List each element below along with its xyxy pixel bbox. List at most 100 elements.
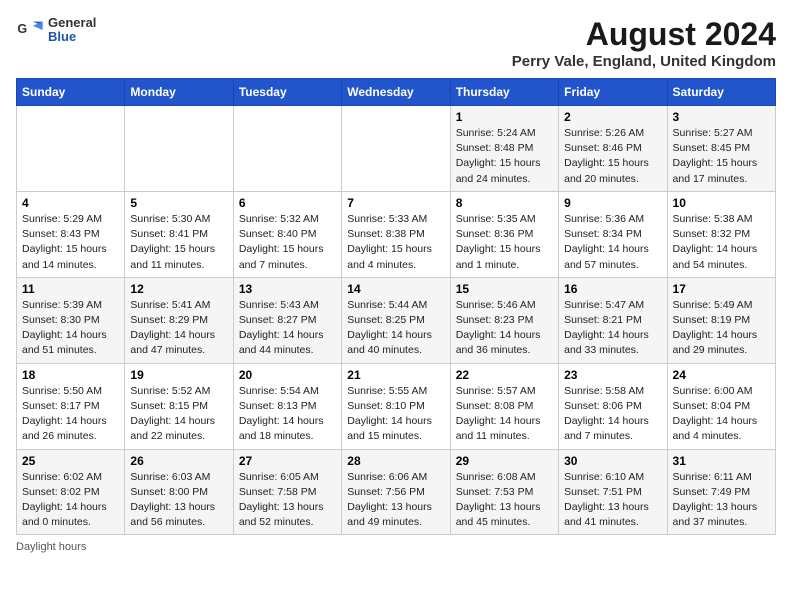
- day-info: Sunrise: 5:47 AMSunset: 8:21 PMDaylight:…: [564, 298, 661, 359]
- calendar-cell: 18Sunrise: 5:50 AMSunset: 8:17 PMDayligh…: [17, 363, 125, 449]
- calendar-cell: 11 Sunrise: 5:39 AMSunset: 8:30 PMDayligh…: [17, 277, 125, 363]
- day-number: 30: [564, 454, 661, 468]
- calendar-cell: 31Sunrise: 6:11 AMSunset: 7:49 PMDayligh…: [667, 449, 775, 535]
- day-info: Sunrise: 6:10 AMSunset: 7:51 PMDaylight:…: [564, 470, 661, 531]
- calendar-row-3: 18Sunrise: 5:50 AMSunset: 8:17 PMDayligh…: [17, 363, 776, 449]
- day-number: 3: [673, 110, 770, 124]
- day-info: Sunrise: 6:00 AMSunset: 8:04 PMDaylight:…: [673, 384, 770, 445]
- day-number: 7: [347, 196, 444, 210]
- day-info: Sunrise: 5:36 AMSunset: 8:34 PMDaylight:…: [564, 212, 661, 273]
- calendar-cell: 28Sunrise: 6:06 AMSunset: 7:56 PMDayligh…: [342, 449, 450, 535]
- day-info: Sunrise: 5:32 AMSunset: 8:40 PMDaylight:…: [239, 212, 336, 273]
- calendar-cell: [17, 106, 125, 192]
- day-number: 26: [130, 454, 227, 468]
- day-number: 10: [673, 196, 770, 210]
- calendar-row-4: 25Sunrise: 6:02 AMSunset: 8:02 PMDayligh…: [17, 449, 776, 535]
- footer-note: Daylight hours: [16, 541, 776, 553]
- day-number: 23: [564, 368, 661, 382]
- calendar-cell: 29 Sunrise: 6:08 AMSunset: 7:53 PMDayligh…: [450, 449, 558, 535]
- day-info: Sunrise: 6:11 AMSunset: 7:49 PMDaylight:…: [673, 470, 770, 531]
- calendar-row-0: 1Sunrise: 5:24 AMSunset: 8:48 PMDaylight…: [17, 106, 776, 192]
- page-title: August 2024: [512, 16, 776, 53]
- page-subtitle: Perry Vale, England, United Kingdom: [512, 53, 776, 70]
- day-number: 8: [456, 196, 553, 210]
- calendar-cell: 15 Sunrise: 5:46 AMSunset: 8:23 PMDayligh…: [450, 277, 558, 363]
- day-info: Sunrise: 5:49 AMSunset: 8:19 PMDaylight:…: [673, 298, 770, 359]
- calendar-cell: 14Sunrise: 5:44 AMSunset: 8:25 PMDayligh…: [342, 277, 450, 363]
- day-number: 24: [673, 368, 770, 382]
- day-info: Sunrise: 5:54 AMSunset: 8:13 PMDaylight:…: [239, 384, 336, 445]
- title-area: August 2024 Perry Vale, England, United …: [512, 16, 776, 70]
- day-number: 22: [456, 368, 553, 382]
- calendar-cell: 8Sunrise: 5:35 AMSunset: 8:36 PMDaylight…: [450, 191, 558, 277]
- calendar-cell: 23Sunrise: 5:58 AMSunset: 8:06 PMDayligh…: [559, 363, 667, 449]
- calendar-cell: 19 Sunrise: 5:52 AMSunset: 8:15 PMDayligh…: [125, 363, 233, 449]
- day-number: 12: [130, 282, 227, 296]
- calendar-cell: 25Sunrise: 6:02 AMSunset: 8:02 PMDayligh…: [17, 449, 125, 535]
- calendar-cell: 26Sunrise: 6:03 AMSunset: 8:00 PMDayligh…: [125, 449, 233, 535]
- day-info: Sunrise: 5:24 AMSunset: 8:48 PMDaylight:…: [456, 126, 553, 187]
- calendar-cell: 17 Sunrise: 5:49 AMSunset: 8:19 PMDayligh…: [667, 277, 775, 363]
- day-info: Sunrise: 6:06 AMSunset: 7:56 PMDaylight:…: [347, 470, 444, 531]
- day-number: 27: [239, 454, 336, 468]
- day-info: Sunrise: 5:44 AMSunset: 8:25 PMDaylight:…: [347, 298, 444, 359]
- calendar-cell: 2Sunrise: 5:26 AMSunset: 8:46 PMDaylight…: [559, 106, 667, 192]
- day-info: Sunrise: 5:27 AMSunset: 8:45 PMDaylight:…: [673, 126, 770, 187]
- column-header-tuesday: Tuesday: [233, 79, 341, 106]
- calendar-cell: 13 Sunrise: 5:43 AMSunset: 8:27 PMDayligh…: [233, 277, 341, 363]
- calendar-cell: 21 Sunrise: 5:55 AMSunset: 8:10 PMDayligh…: [342, 363, 450, 449]
- calendar-header-row: SundayMondayTuesdayWednesdayThursdayFrid…: [17, 79, 776, 106]
- day-info: Sunrise: 5:29 AMSunset: 8:43 PMDaylight:…: [22, 212, 119, 273]
- day-number: 29: [456, 454, 553, 468]
- svg-text:G: G: [17, 22, 27, 36]
- calendar-cell: 24 Sunrise: 6:00 AMSunset: 8:04 PMDayligh…: [667, 363, 775, 449]
- day-info: Sunrise: 5:55 AMSunset: 8:10 PMDaylight:…: [347, 384, 444, 445]
- calendar-cell: 10 Sunrise: 5:38 AMSunset: 8:32 PMDayligh…: [667, 191, 775, 277]
- day-number: 20: [239, 368, 336, 382]
- day-number: 9: [564, 196, 661, 210]
- day-number: 15: [456, 282, 553, 296]
- day-info: Sunrise: 5:50 AMSunset: 8:17 PMDaylight:…: [22, 384, 119, 445]
- logo: G General Blue: [16, 16, 96, 45]
- day-info: Sunrise: 6:05 AMSunset: 7:58 PMDaylight:…: [239, 470, 336, 531]
- day-number: 5: [130, 196, 227, 210]
- day-info: Sunrise: 5:30 AMSunset: 8:41 PMDaylight:…: [130, 212, 227, 273]
- calendar-table: SundayMondayTuesdayWednesdayThursdayFrid…: [16, 78, 776, 535]
- day-number: 2: [564, 110, 661, 124]
- calendar-cell: 27 Sunrise: 6:05 AMSunset: 7:58 PMDayligh…: [233, 449, 341, 535]
- calendar-row-2: 11 Sunrise: 5:39 AMSunset: 8:30 PMDayligh…: [17, 277, 776, 363]
- day-info: Sunrise: 5:43 AMSunset: 8:27 PMDaylight:…: [239, 298, 336, 359]
- daylight-hours-label: Daylight hours: [16, 541, 86, 553]
- day-info: Sunrise: 5:52 AMSunset: 8:15 PMDaylight:…: [130, 384, 227, 445]
- day-number: 6: [239, 196, 336, 210]
- day-info: Sunrise: 5:41 AMSunset: 8:29 PMDaylight:…: [130, 298, 227, 359]
- day-number: 21: [347, 368, 444, 382]
- logo-text: General Blue: [48, 16, 96, 45]
- calendar-cell: 5 Sunrise: 5:30 AMSunset: 8:41 PMDaylight…: [125, 191, 233, 277]
- day-number: 17: [673, 282, 770, 296]
- calendar-cell: 3 Sunrise: 5:27 AMSunset: 8:45 PMDaylight…: [667, 106, 775, 192]
- day-info: Sunrise: 5:46 AMSunset: 8:23 PMDaylight:…: [456, 298, 553, 359]
- calendar-cell: [342, 106, 450, 192]
- day-info: Sunrise: 5:38 AMSunset: 8:32 PMDaylight:…: [673, 212, 770, 273]
- calendar-cell: 16 Sunrise: 5:47 AMSunset: 8:21 PMDayligh…: [559, 277, 667, 363]
- day-number: 11: [22, 282, 119, 296]
- calendar-cell: 22Sunrise: 5:57 AMSunset: 8:08 PMDayligh…: [450, 363, 558, 449]
- day-number: 16: [564, 282, 661, 296]
- logo-blue: Blue: [48, 30, 96, 44]
- day-info: Sunrise: 5:39 AMSunset: 8:30 PMDaylight:…: [22, 298, 119, 359]
- column-header-wednesday: Wednesday: [342, 79, 450, 106]
- calendar-row-1: 4Sunrise: 5:29 AMSunset: 8:43 PMDaylight…: [17, 191, 776, 277]
- day-info: Sunrise: 6:08 AMSunset: 7:53 PMDaylight:…: [456, 470, 553, 531]
- day-info: Sunrise: 5:33 AMSunset: 8:38 PMDaylight:…: [347, 212, 444, 273]
- day-number: 13: [239, 282, 336, 296]
- calendar-cell: 1Sunrise: 5:24 AMSunset: 8:48 PMDaylight…: [450, 106, 558, 192]
- day-info: Sunrise: 6:02 AMSunset: 8:02 PMDaylight:…: [22, 470, 119, 531]
- calendar-cell: 4Sunrise: 5:29 AMSunset: 8:43 PMDaylight…: [17, 191, 125, 277]
- logo-icon: G: [16, 16, 44, 44]
- calendar-cell: 7 Sunrise: 5:33 AMSunset: 8:38 PMDaylight…: [342, 191, 450, 277]
- column-header-thursday: Thursday: [450, 79, 558, 106]
- calendar-cell: 20 Sunrise: 5:54 AMSunset: 8:13 PMDayligh…: [233, 363, 341, 449]
- calendar-cell: [125, 106, 233, 192]
- day-number: 19: [130, 368, 227, 382]
